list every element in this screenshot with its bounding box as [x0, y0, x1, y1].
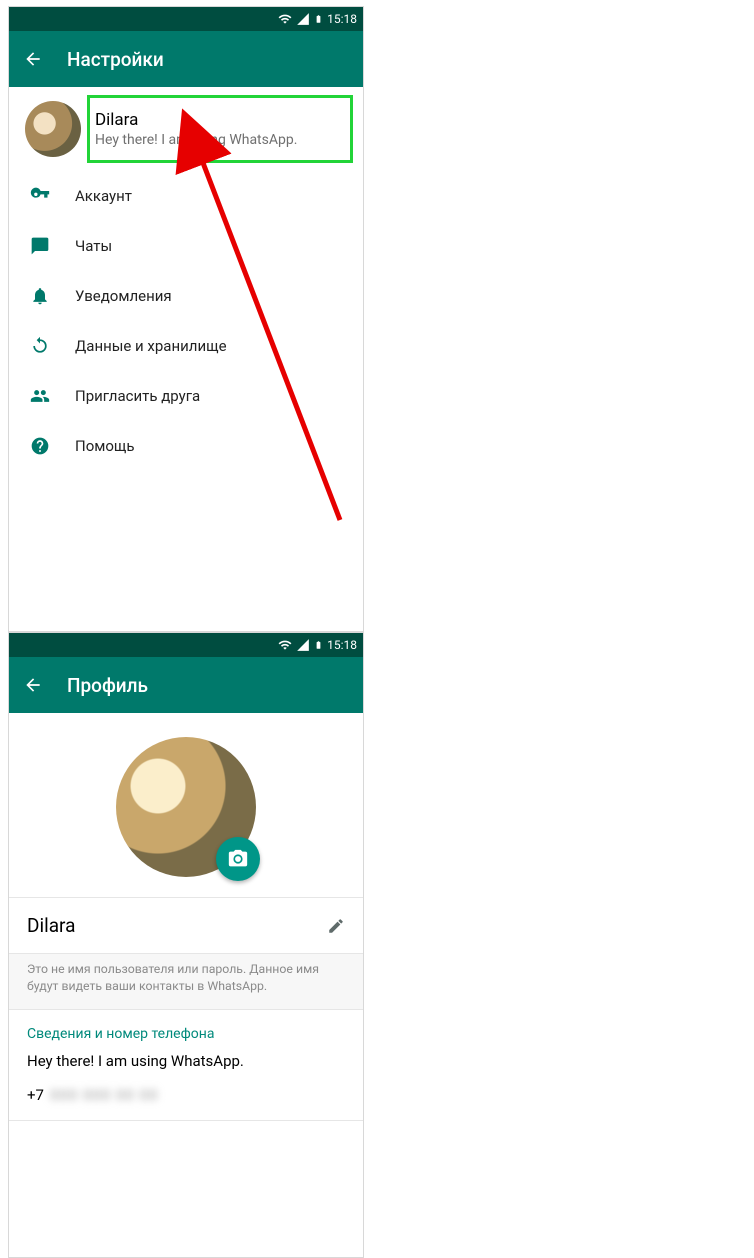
profile-name: Dilara	[27, 914, 75, 937]
settings-screen: 15:18 Настройки Dilara Hey there! I am u…	[8, 6, 364, 632]
about-text[interactable]: Hey there! I am using WhatsApp.	[27, 1052, 345, 1070]
chat-icon	[29, 236, 51, 256]
data-icon	[29, 336, 51, 356]
profile-hero	[9, 713, 363, 898]
battery-icon	[314, 12, 323, 26]
menu-item-chat[interactable]: Чаты	[9, 221, 363, 271]
menu-label: Уведомления	[75, 287, 172, 305]
status-bar: 15:18	[9, 7, 363, 31]
edit-icon[interactable]	[327, 917, 345, 935]
info-title: Сведения и номер телефона	[27, 1026, 345, 1042]
page-title: Настройки	[67, 48, 164, 71]
menu-item-help[interactable]: Помощь	[9, 421, 363, 471]
info-section: Сведения и номер телефона Hey there! I a…	[9, 1010, 363, 1121]
help-icon	[29, 436, 51, 456]
avatar	[25, 101, 81, 157]
phone-prefix: +7	[27, 1086, 44, 1104]
menu-label: Помощь	[75, 437, 135, 455]
status-time: 15:18	[327, 12, 357, 26]
bell-icon	[29, 286, 51, 306]
phone-number[interactable]: +7 000 000 00 00	[27, 1086, 345, 1104]
key-icon	[29, 186, 51, 206]
menu-label: Аккаунт	[75, 187, 132, 205]
menu-label: Пригласить друга	[75, 387, 200, 405]
back-icon[interactable]	[23, 49, 43, 69]
profile-screen: 15:18 Профиль Dilara Это не имя пользова…	[8, 632, 364, 1258]
toolbar: Настройки	[9, 31, 363, 87]
change-photo-button[interactable]	[216, 837, 260, 881]
avatar-large[interactable]	[116, 737, 256, 877]
name-section[interactable]: Dilara	[9, 898, 363, 954]
menu-item-key[interactable]: Аккаунт	[9, 171, 363, 221]
phone-rest: 000 000 00 00	[50, 1086, 158, 1104]
signal-icon	[296, 12, 310, 26]
back-icon[interactable]	[23, 675, 43, 695]
page-title: Профиль	[67, 674, 148, 697]
menu-label: Данные и хранилище	[75, 337, 227, 355]
menu-item-invite[interactable]: Пригласить друга	[9, 371, 363, 421]
wifi-icon	[278, 12, 292, 26]
name-hint: Это не имя пользователя или пароль. Данн…	[9, 954, 363, 1010]
camera-icon	[227, 848, 249, 870]
toolbar: Профиль	[9, 657, 363, 713]
profile-name: Dilara	[95, 110, 347, 130]
status-bar: 15:18	[9, 633, 363, 657]
profile-status: Hey there! I am using WhatsApp.	[95, 132, 347, 148]
menu-item-data[interactable]: Данные и хранилище	[9, 321, 363, 371]
profile-row[interactable]: Dilara Hey there! I am using WhatsApp.	[9, 87, 363, 171]
menu-label: Чаты	[75, 237, 112, 255]
menu-item-bell[interactable]: Уведомления	[9, 271, 363, 321]
invite-icon	[29, 386, 51, 406]
